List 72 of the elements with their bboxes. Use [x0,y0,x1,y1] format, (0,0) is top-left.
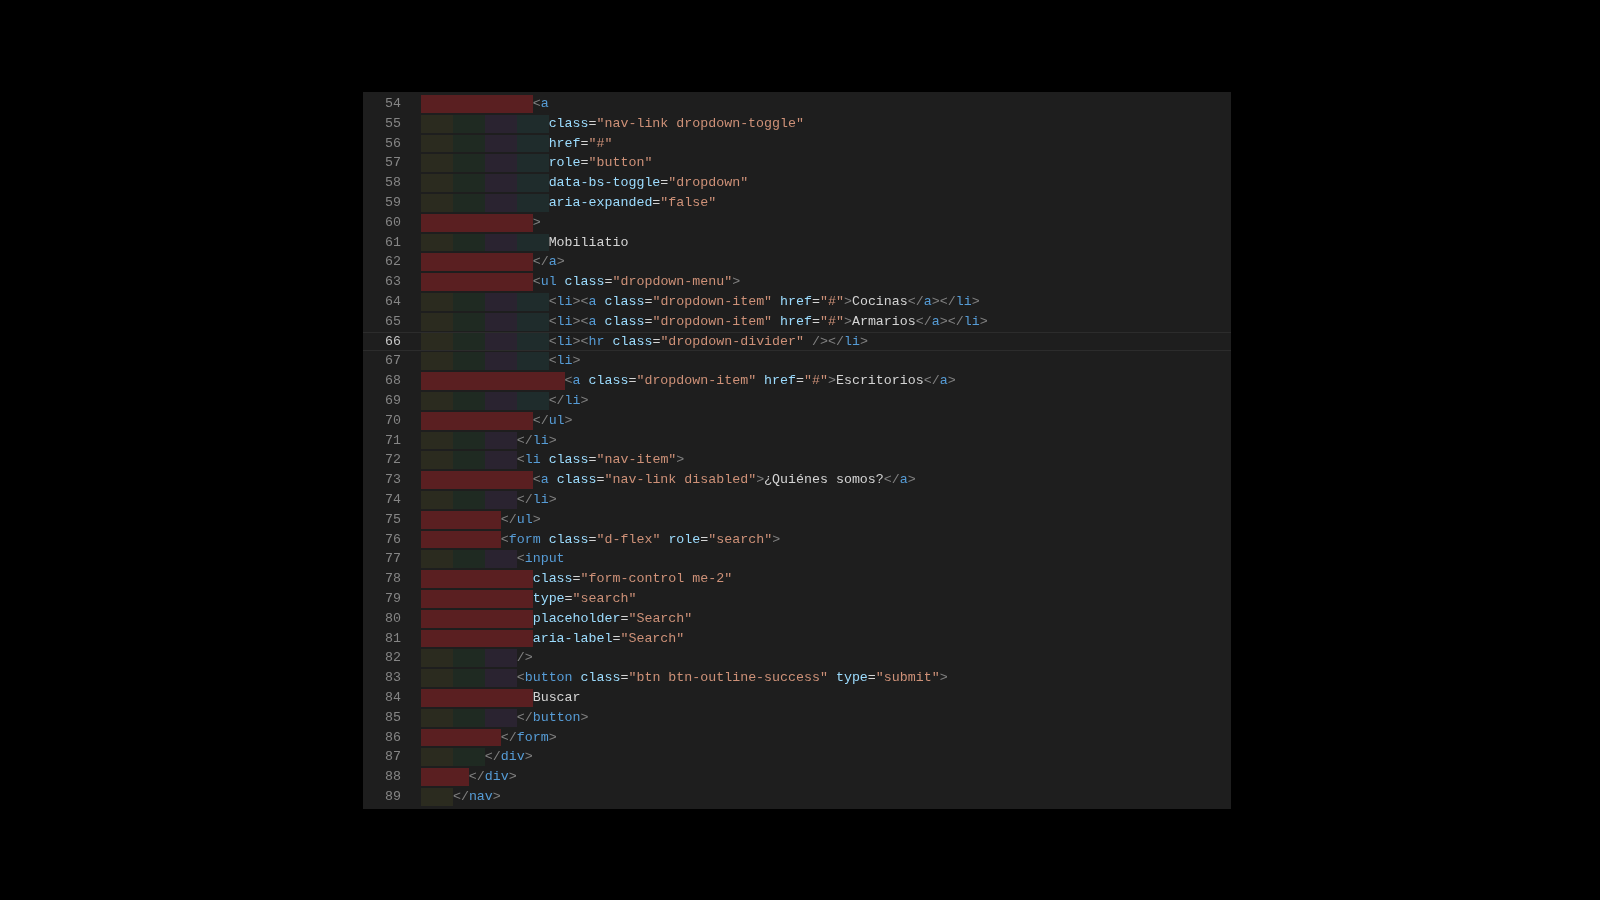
code-line: <li><hr class="dropdown-divider" /></li> [548,332,868,351]
code-line: </nav> [452,787,501,806]
code-line: </button> [516,708,589,727]
code-line: <li><a class="dropdown-item" href="#">Armarios</a></li> [548,312,988,331]
line-number: 58 [384,174,401,192]
code-line: <a class="dropdown-item" href="#">Escritorios</a> [564,372,956,390]
line-number: 87 [384,748,401,767]
code-line: Mobiliatio [548,233,629,252]
line-number: 64 [384,292,401,311]
code-line: class="nav-link dropdown-toggle" [548,114,804,133]
line-number: 83 [384,669,401,687]
line-number: 84 [384,688,401,707]
code-line: </a> [532,253,565,272]
code-line: role="button" [548,154,653,173]
code-line: <a [532,95,549,113]
line-number: 54 [384,95,401,113]
line-number: 74 [384,490,401,509]
code-line: </div> [484,748,533,767]
code-line: <li><a class="dropdown-item" href="#">Cocinas</a></li> [548,292,980,311]
line-number: 65 [384,312,401,331]
code-line: <input [516,550,565,569]
line-number: 59 [384,194,401,212]
line-number: 81 [384,629,401,648]
code-line: </li> [548,391,589,410]
line-number: 77 [384,550,401,569]
code-line: /> [516,649,533,668]
line-number: 75 [384,510,401,529]
line-number: 78 [384,570,401,588]
line-number: 73 [384,471,401,489]
code-line: data-bs-toggle="dropdown" [548,174,749,192]
line-number: 82 [384,649,401,668]
line-number: 89 [384,787,401,806]
code-line: </ul> [532,411,573,430]
line-number: 68 [384,372,401,390]
code-line: <li> [548,352,581,371]
line-number: 61 [384,233,401,252]
code-line: </form> [500,728,557,747]
line-number: 86 [384,728,401,747]
line-number: 72 [384,451,401,470]
code-line: aria-label="Search" [532,629,685,648]
line-number: 63 [384,273,401,291]
code-line: type="search" [532,589,637,608]
code-line: <ul class="dropdown-menu"> [532,273,741,291]
code-line: > [532,213,541,232]
line-number: 71 [384,431,401,450]
code-line: aria-expanded="false" [548,194,717,212]
line-number: 69 [384,391,401,410]
code-line: <button class="btn btn-outline-success" type="submit"> [516,669,948,687]
code-line: </li> [516,490,557,509]
code-line: </li> [516,431,557,450]
line-number: 85 [384,708,401,727]
line-number: 60 [384,213,401,232]
line-number: 55 [384,114,401,133]
line-number: 80 [384,609,401,628]
code-line: placeholder="Search" [532,609,693,628]
code-line: class="form-control me-2" [532,570,733,588]
line-number: 57 [384,154,401,173]
line-number: 76 [384,530,401,549]
line-number: 66 [384,332,401,351]
line-number: 62 [384,253,401,272]
code-line: <form class="d-flex" role="search"> [500,530,781,549]
line-number: 56 [384,134,401,153]
code-line: <a class="nav-link disabled">¿Quiénes somos?</a> [532,471,916,489]
code-line: <li class="nav-item"> [516,451,685,470]
line-number: 88 [384,768,401,786]
line-number: 70 [384,411,401,430]
code-line: href="#" [548,134,613,153]
code-line: </ul> [500,510,541,529]
code-line: Buscar [532,688,581,707]
line-number: 67 [384,352,401,371]
code-line: </div> [468,768,517,786]
line-number: 79 [384,589,401,608]
